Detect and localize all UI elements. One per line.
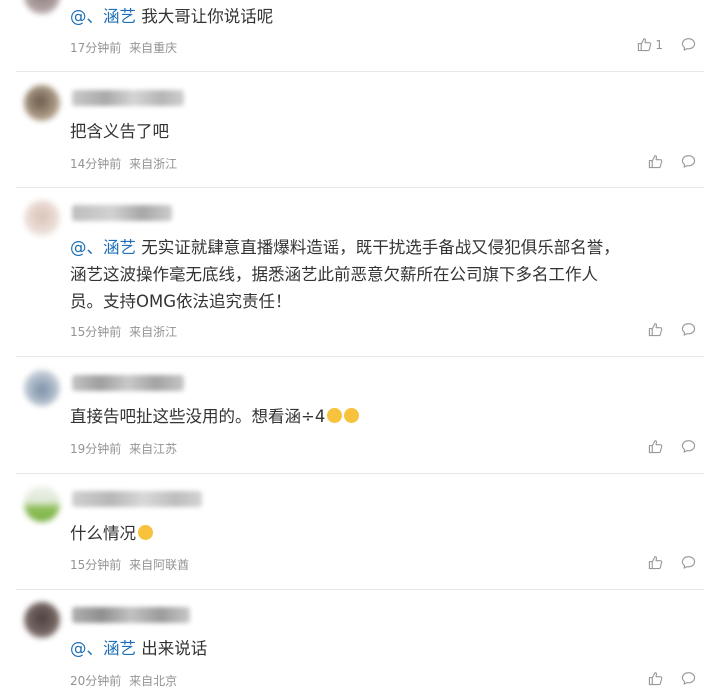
thumbs-up-icon (648, 322, 663, 337)
thumbs-up-icon (637, 37, 652, 52)
like-button[interactable] (648, 555, 663, 570)
comment-time: 20分钟前 (70, 674, 122, 688)
avatar[interactable] (24, 602, 60, 638)
cat-emoji-icon (327, 408, 343, 423)
like-button[interactable] (648, 154, 663, 169)
reply-button[interactable] (681, 555, 696, 570)
comment-text: @、涵艺 无实证就肆意直播爆料造谣，既干扰选手备战又侵犯俱乐部名誉， 涵艺这波操… (70, 234, 698, 315)
comment-actions (648, 671, 696, 686)
comment-text: 什么情况 (70, 520, 698, 547)
divider (16, 589, 704, 590)
like-button[interactable] (648, 322, 663, 337)
reply-button[interactable] (681, 322, 696, 337)
thumbs-up-icon (648, 555, 663, 570)
thumbs-up-icon (648, 439, 663, 454)
comment-bubble-icon (681, 671, 696, 686)
mention-link[interactable]: @、涵艺 (70, 639, 136, 658)
comment-text: @、涵艺 出来说话 (70, 635, 698, 662)
like-button[interactable] (648, 671, 663, 686)
comment-line: 涵艺这波操作毫无底线，据悉涵艺此前恶意欠薪所在公司旗下多名工作人 (70, 265, 598, 284)
comment-body: 我大哥让你说话呢 (136, 7, 274, 26)
comment-actions (648, 555, 696, 570)
divider (16, 473, 704, 474)
comment-actions (648, 322, 696, 337)
comment-location: 来自浙江 (129, 325, 178, 339)
comment-body: 什么情况 (70, 524, 136, 543)
comment-bubble-icon (681, 555, 696, 570)
username-blurred[interactable] (72, 205, 172, 221)
comment-actions (648, 439, 696, 454)
comment-time: 15分钟前 (70, 558, 122, 572)
comment-body: 无实证就肆意直播爆料造谣，既干扰选手备战又侵犯俱乐部名誉， (136, 238, 620, 257)
crying-emoji-icon (138, 525, 153, 540)
mention-link[interactable]: @、涵艺 (70, 238, 136, 257)
username-blurred[interactable] (72, 491, 202, 507)
comment-text: 直接告吧扯这些没用的。想看涵÷4 (70, 403, 698, 430)
avatar[interactable] (24, 200, 60, 236)
comment-time: 14分钟前 (70, 157, 122, 171)
reply-button[interactable] (681, 154, 696, 169)
avatar[interactable] (24, 0, 60, 14)
comment-location: 来自江苏 (129, 442, 178, 456)
cat-emoji-icon (344, 408, 360, 423)
comment-time: 15分钟前 (70, 325, 122, 339)
reply-button[interactable] (681, 37, 696, 52)
comment-bubble-icon (681, 439, 696, 454)
divider (16, 187, 704, 188)
like-count: 1 (655, 37, 663, 52)
comment-bubble-icon (681, 37, 696, 52)
comment-location: 来自浙江 (129, 157, 178, 171)
comment-time: 17分钟前 (70, 41, 122, 55)
comment-text: 把含义告了吧 (70, 118, 698, 145)
avatar[interactable] (24, 370, 60, 406)
divider (16, 356, 704, 357)
reply-button[interactable] (681, 671, 696, 686)
comment-actions: 1 (637, 37, 696, 52)
comment-location: 来自阿联酋 (129, 558, 190, 572)
username-blurred[interactable] (72, 375, 184, 391)
thumbs-up-icon (648, 671, 663, 686)
avatar[interactable] (24, 486, 60, 522)
comment-location: 来自重庆 (129, 41, 178, 55)
thumbs-up-icon (648, 154, 663, 169)
comment-actions (648, 154, 696, 169)
comment-meta: 20分钟前 来自北京 (70, 672, 181, 689)
comment-line: @、涵艺 无实证就肆意直播爆料造谣，既干扰选手备战又侵犯俱乐部名誉， (70, 234, 698, 261)
comment-line: 员。支持OMG依法追究责任！ (70, 292, 292, 311)
comment-meta: 17分钟前 来自重庆 (70, 39, 181, 56)
reply-button[interactable] (681, 439, 696, 454)
comment-bubble-icon (681, 322, 696, 337)
comment-body: 出来说话 (136, 639, 208, 658)
comment-meta: 19分钟前 来自江苏 (70, 440, 181, 457)
comment-bubble-icon (681, 154, 696, 169)
comment-body: 直接告吧扯这些没用的。想看涵÷4 (70, 407, 326, 426)
comment-text: @、涵艺 我大哥让你说话呢 (70, 3, 698, 30)
comment-time: 19分钟前 (70, 442, 122, 456)
comment-meta: 14分钟前 来自浙江 (70, 155, 181, 172)
like-button[interactable]: 1 (637, 37, 663, 52)
username-blurred[interactable] (72, 607, 190, 623)
username-blurred[interactable] (72, 90, 184, 106)
divider (16, 71, 704, 72)
mention-link[interactable]: @、涵艺 (70, 7, 136, 26)
avatar[interactable] (24, 85, 60, 121)
comment-body: 把含义告了吧 (70, 122, 169, 141)
comment-location: 来自北京 (129, 674, 178, 688)
comment-meta: 15分钟前 来自阿联酋 (70, 556, 193, 573)
like-button[interactable] (648, 439, 663, 454)
comment-meta: 15分钟前 来自浙江 (70, 323, 181, 340)
